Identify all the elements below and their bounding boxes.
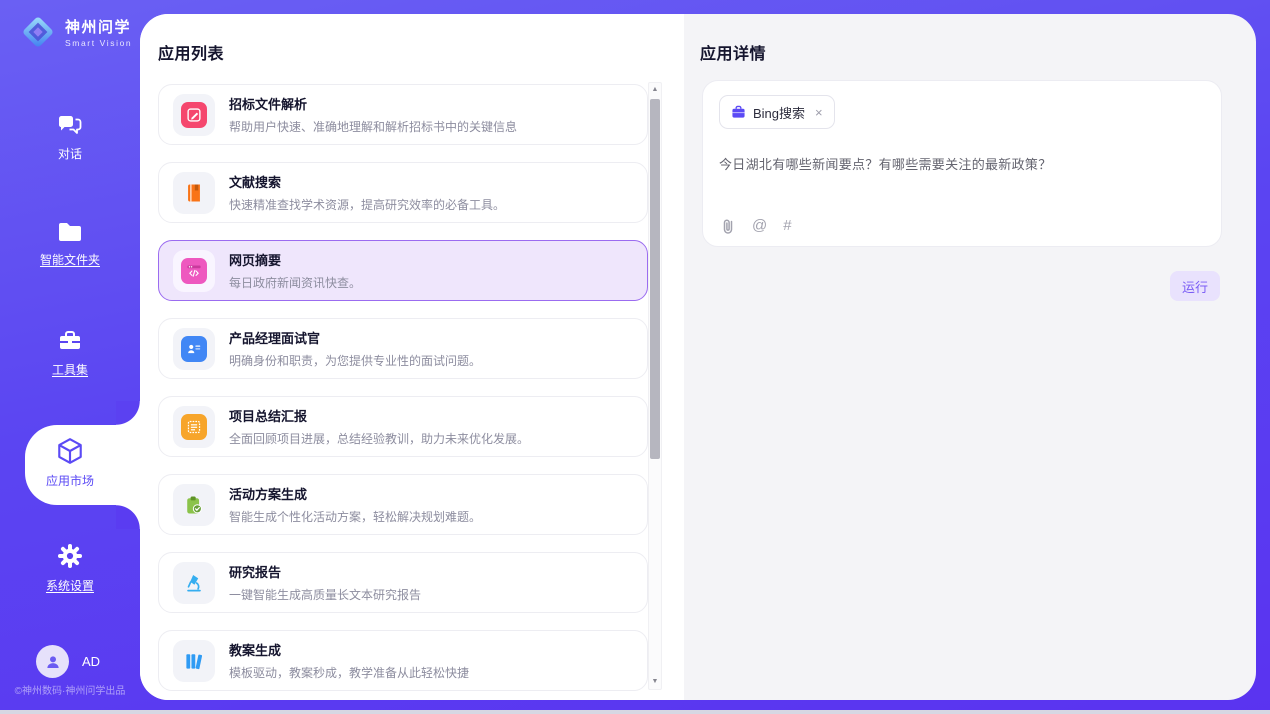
composer-toolbar: @ # [720,217,792,234]
app-icon-box [173,484,215,526]
app-name: 项目总结汇报 [229,406,529,425]
person-icon [44,653,62,671]
notes-icon [181,414,207,440]
avatar [36,645,69,678]
sidebar-item-label: 应用市场 [46,474,94,488]
topic-icon[interactable]: # [783,218,791,234]
list-item-research-report[interactable]: 研究报告 一键智能生成高质量长文本研究报告 [158,552,648,613]
app-description: 每日政府新闻资讯快查。 [229,274,361,291]
content-frame: 应用列表 招标文件解析 帮助用户快速、准确地理解和解析招标书中的关键信息 [140,14,1256,700]
list-item-lesson-plan[interactable]: 教案生成 模板驱动，教案秒成，教学准备从此轻松快捷 [158,630,648,691]
run-button[interactable]: 运行 [1170,271,1220,301]
scrollbar-thumb[interactable] [650,99,660,459]
app-list-title: 应用列表 [158,40,224,64]
chat-icon [56,112,84,138]
app-list-panel: 应用列表 招标文件解析 帮助用户快速、准确地理解和解析招标书中的关键信息 [140,14,684,700]
app-name: 产品经理面试官 [229,328,481,347]
app-description: 模板驱动，教案秒成，教学准备从此轻松快捷 [229,664,469,681]
app-description: 快速精准查找学术资源，提高研究效率的必备工具。 [229,196,505,213]
list-item-project-summary[interactable]: 项目总结汇报 全面回顾项目进展，总结经验教训，助力未来优化发展。 [158,396,648,457]
app-icon-box [173,562,215,604]
user-account[interactable]: AD [36,645,100,678]
list-item-literature-search[interactable]: 文献搜索 快速精准查找学术资源，提高研究效率的必备工具。 [158,162,648,223]
scroll-down-arrow[interactable]: ▼ [649,676,661,688]
attachment-icon[interactable] [720,217,736,234]
app-name: 活动方案生成 [229,484,481,503]
sidebar-item-label: 对话 [58,147,82,161]
app-description: 一键智能生成高质量长文本研究报告 [229,586,421,603]
gear-icon [56,542,84,570]
sidebar-item-settings[interactable]: 系统设置 [0,542,140,595]
sidebar-item-label: 智能文件夹 [40,253,100,267]
interviewer-icon [181,336,207,362]
brand-logo: 神州问学 Smart Vision [19,13,132,51]
app-icon-box [173,328,215,370]
sidebar-item-smart-folder[interactable]: 智能文件夹 [0,220,140,269]
list-item-web-summary[interactable]: 网页摘要 每日政府新闻资讯快查。 [158,240,648,301]
app-detail-title: 应用详情 [700,40,766,64]
prompt-text: 今日湖北有哪些新闻要点？有哪些需要关注的最新政策？ [719,154,1205,173]
app-name: 研究报告 [229,562,421,581]
app-name: 招标文件解析 [229,94,517,113]
list-item-bid-analysis[interactable]: 招标文件解析 帮助用户快速、准确地理解和解析招标书中的关键信息 [158,84,648,145]
sidebar-item-chat[interactable]: 对话 [0,112,140,163]
sidebar-item-label: 系统设置 [46,579,94,593]
brand-subtitle: Smart Vision [65,38,132,48]
tool-chip-label: Bing搜索 [753,103,805,122]
tool-chip-bing-search[interactable]: Bing搜索 × [719,95,835,129]
briefcase-icon [731,105,746,119]
app-name: 教案生成 [229,640,469,659]
edit-document-icon [181,102,207,128]
user-name: AD [82,654,100,669]
app-icon-box [173,250,215,292]
app-icon-box [173,640,215,682]
app-name: 文献搜索 [229,172,505,191]
book-icon [181,180,207,206]
app-description: 智能生成个性化活动方案，轻松解决规划难题。 [229,508,481,525]
chip-close-icon[interactable]: × [815,105,823,120]
diamond-logo-icon [19,13,57,51]
clipboard-check-icon [181,492,207,518]
folder-icon [56,220,84,244]
list-scrollbar[interactable]: ▲ ▼ [648,82,662,690]
toolbox-icon [56,328,84,354]
app-description: 全面回顾项目进展，总结经验教训，助力未来优化发展。 [229,430,529,447]
app-description: 明确身份和职责，为您提供专业性的面试问题。 [229,352,481,369]
app-list: 招标文件解析 帮助用户快速、准确地理解和解析招标书中的关键信息 文献搜索 [158,84,648,700]
microscope-icon [181,570,207,596]
prompt-card: Bing搜索 × 今日湖北有哪些新闻要点？有哪些需要关注的最新政策？ @ # [702,80,1222,247]
list-item-pm-interviewer[interactable]: 产品经理面试官 明确身份和职责，为您提供专业性的面试问题。 [158,318,648,379]
app-icon-box [173,406,215,448]
app-description: 帮助用户快速、准确地理解和解析招标书中的关键信息 [229,118,517,135]
mention-icon[interactable]: @ [752,218,767,234]
app-icon-box [173,172,215,214]
brand-name: 神州问学 [65,16,132,37]
app-detail-panel: 应用详情 Bing搜索 × 今日湖北有哪些新闻要点？有哪些需要关注的最新政策？ … [684,14,1256,700]
bottom-edge-strip [0,710,1270,714]
scroll-up-arrow[interactable]: ▲ [649,84,661,96]
cube-icon [55,436,85,466]
web-code-icon [181,258,207,284]
app-icon-box [173,94,215,136]
app-market-page: { "brand": { "name": "神州问学", "subtitle":… [0,0,1270,714]
books-icon [181,648,207,674]
sidebar-item-toolbox[interactable]: 工具集 [0,328,140,379]
sidebar-item-app-market[interactable]: 应用市场 [25,425,140,505]
app-name: 网页摘要 [229,250,361,269]
sidebar-item-label: 工具集 [52,363,88,377]
sidebar-footer: ©神州数码·神州问学出品 [0,682,140,697]
list-item-event-plan[interactable]: 活动方案生成 智能生成个性化活动方案，轻松解决规划难题。 [158,474,648,535]
